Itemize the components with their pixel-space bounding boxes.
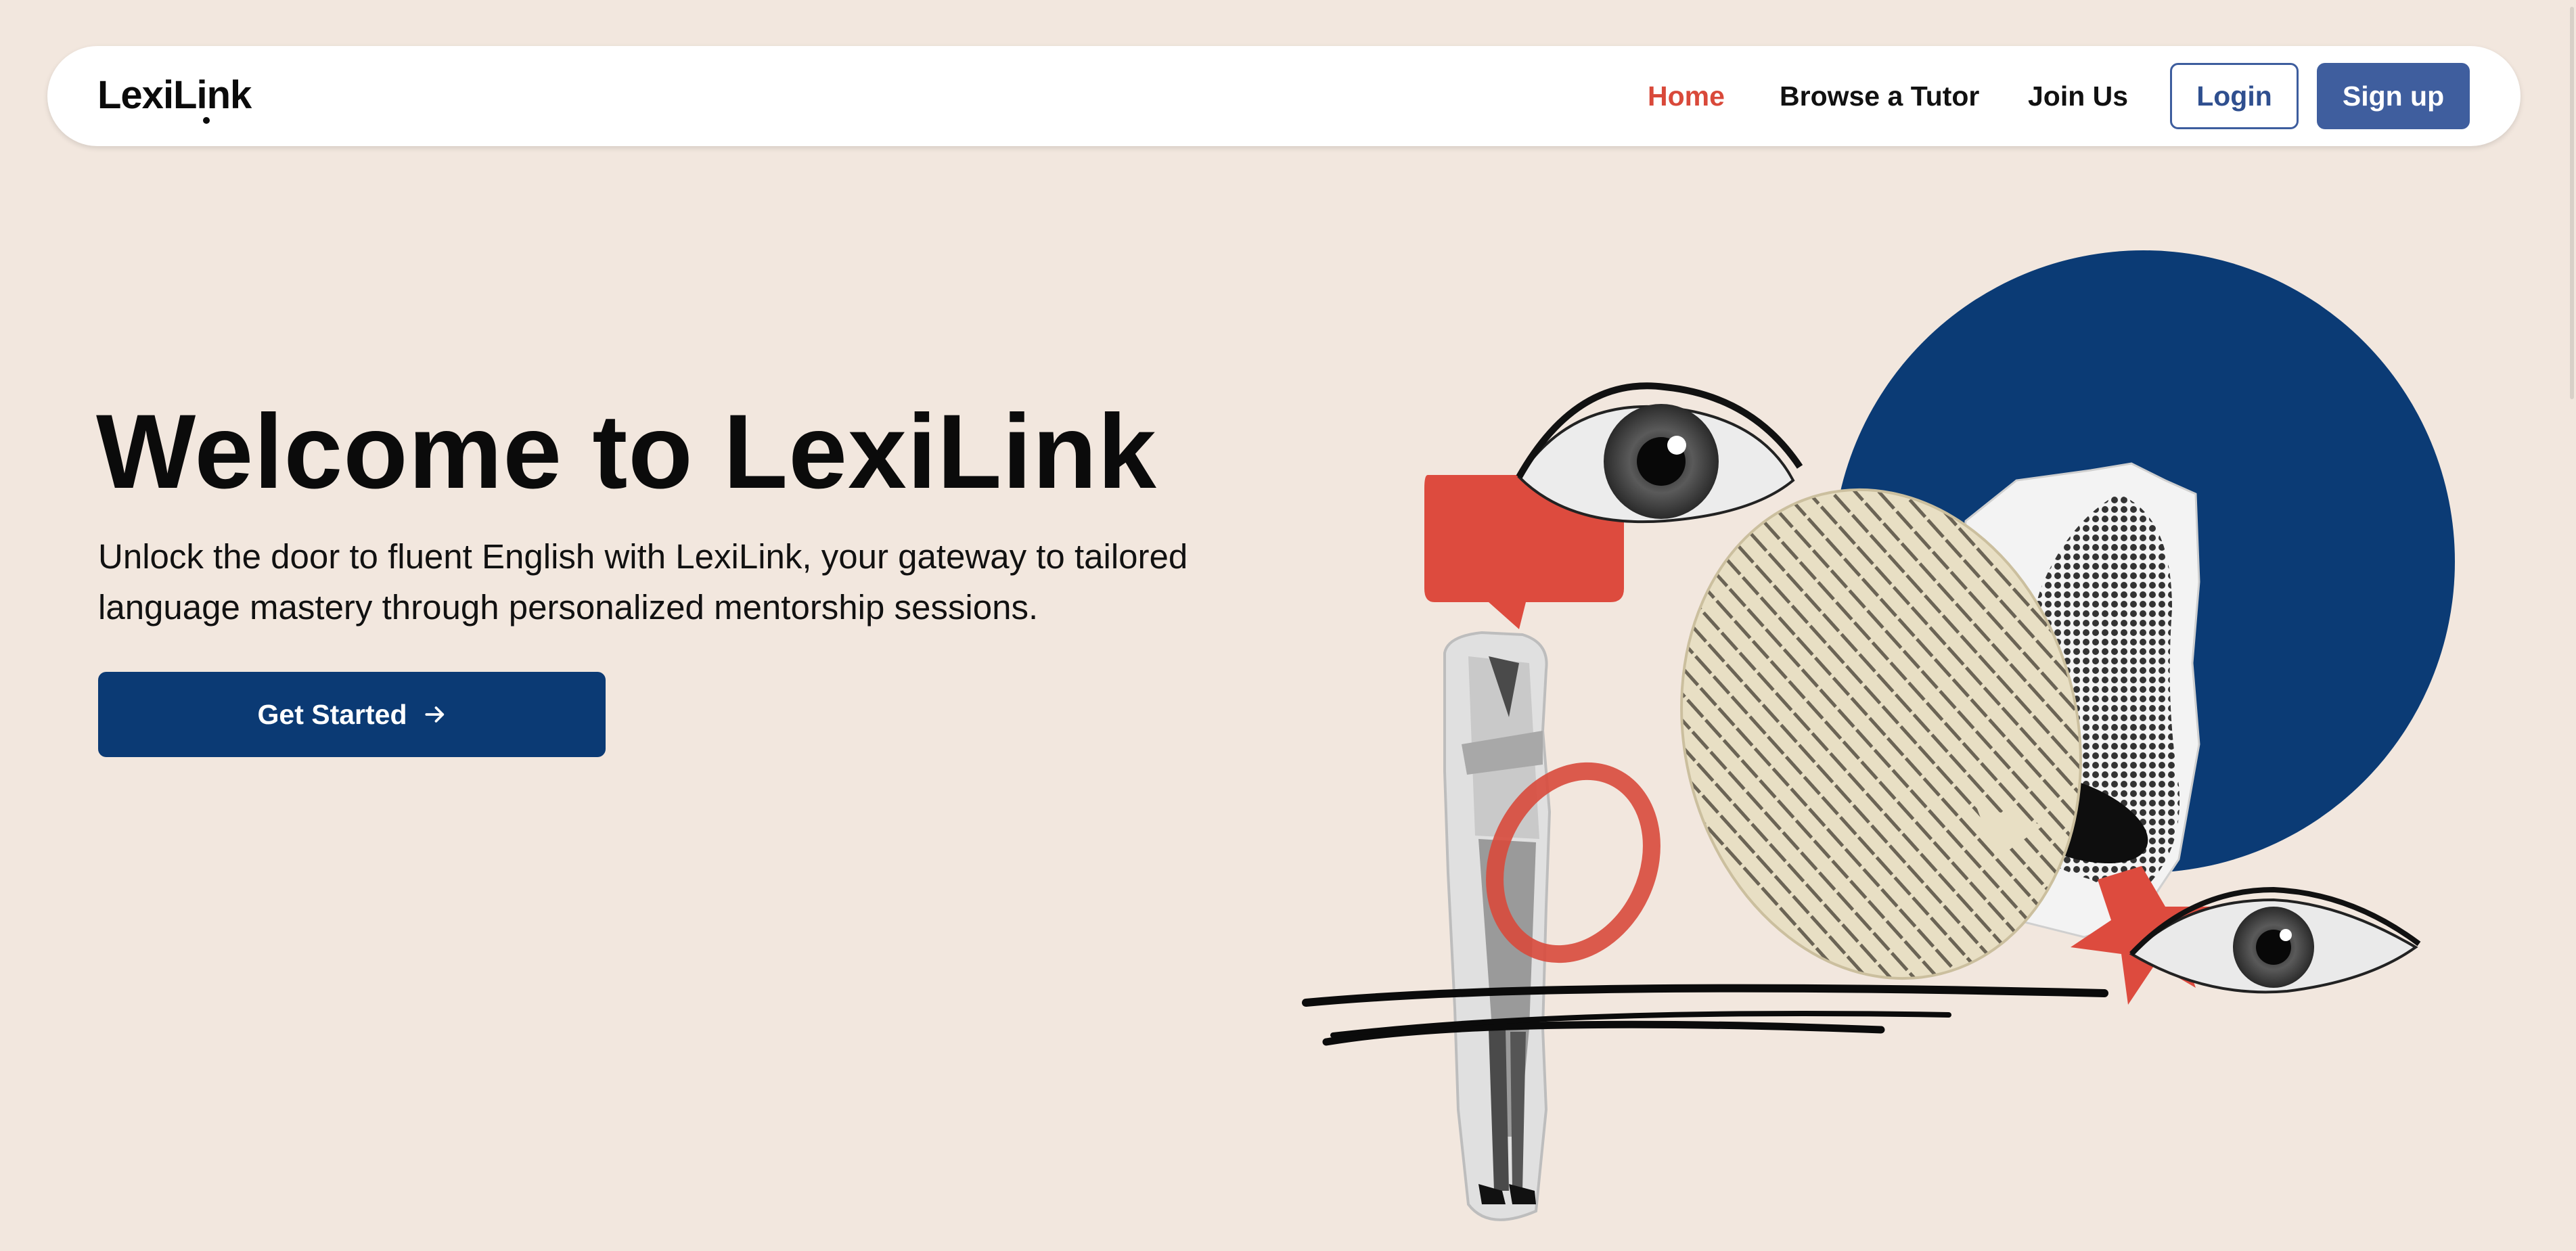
signup-button-label: Sign up [2342, 80, 2445, 112]
page-scrollbar[interactable] [2567, 0, 2576, 1251]
signup-button[interactable]: Sign up [2317, 63, 2470, 129]
get-started-label: Get Started [257, 698, 407, 730]
nav-join-us-link[interactable]: Join Us [2028, 78, 2128, 114]
svg-text:LexiLink: LexiLink [97, 73, 252, 117]
page: LexiLink Home Browse a Tutor Join Us Log… [0, 0, 2576, 1251]
login-button-label: Login [2196, 80, 2272, 112]
top-eye-cutout [1516, 382, 1803, 524]
hero-title: Welcome to LexiLink [96, 393, 1157, 511]
hero-collage-illustration [1302, 250, 2455, 1221]
lexilink-logo[interactable]: LexiLink [96, 69, 272, 126]
scrollbar-thumb[interactable] [2570, 7, 2574, 399]
nav-home-link[interactable]: Home [1648, 78, 1725, 114]
login-button[interactable]: Login [2170, 63, 2299, 129]
nav-browse-tutor-link[interactable]: Browse a Tutor [1780, 78, 1979, 114]
black-scribble-lines [1302, 984, 2108, 1046]
arrow-right-icon [424, 706, 444, 723]
woman-figure-cutout [1443, 631, 1552, 1221]
top-navbar: LexiLink Home Browse a Tutor Join Us Log… [47, 46, 2521, 146]
bottom-eye-cutout [2129, 886, 2421, 994]
hero-subtitle: Unlock the door to fluent English with L… [98, 537, 1188, 627]
get-started-button[interactable]: Get Started [98, 672, 606, 757]
